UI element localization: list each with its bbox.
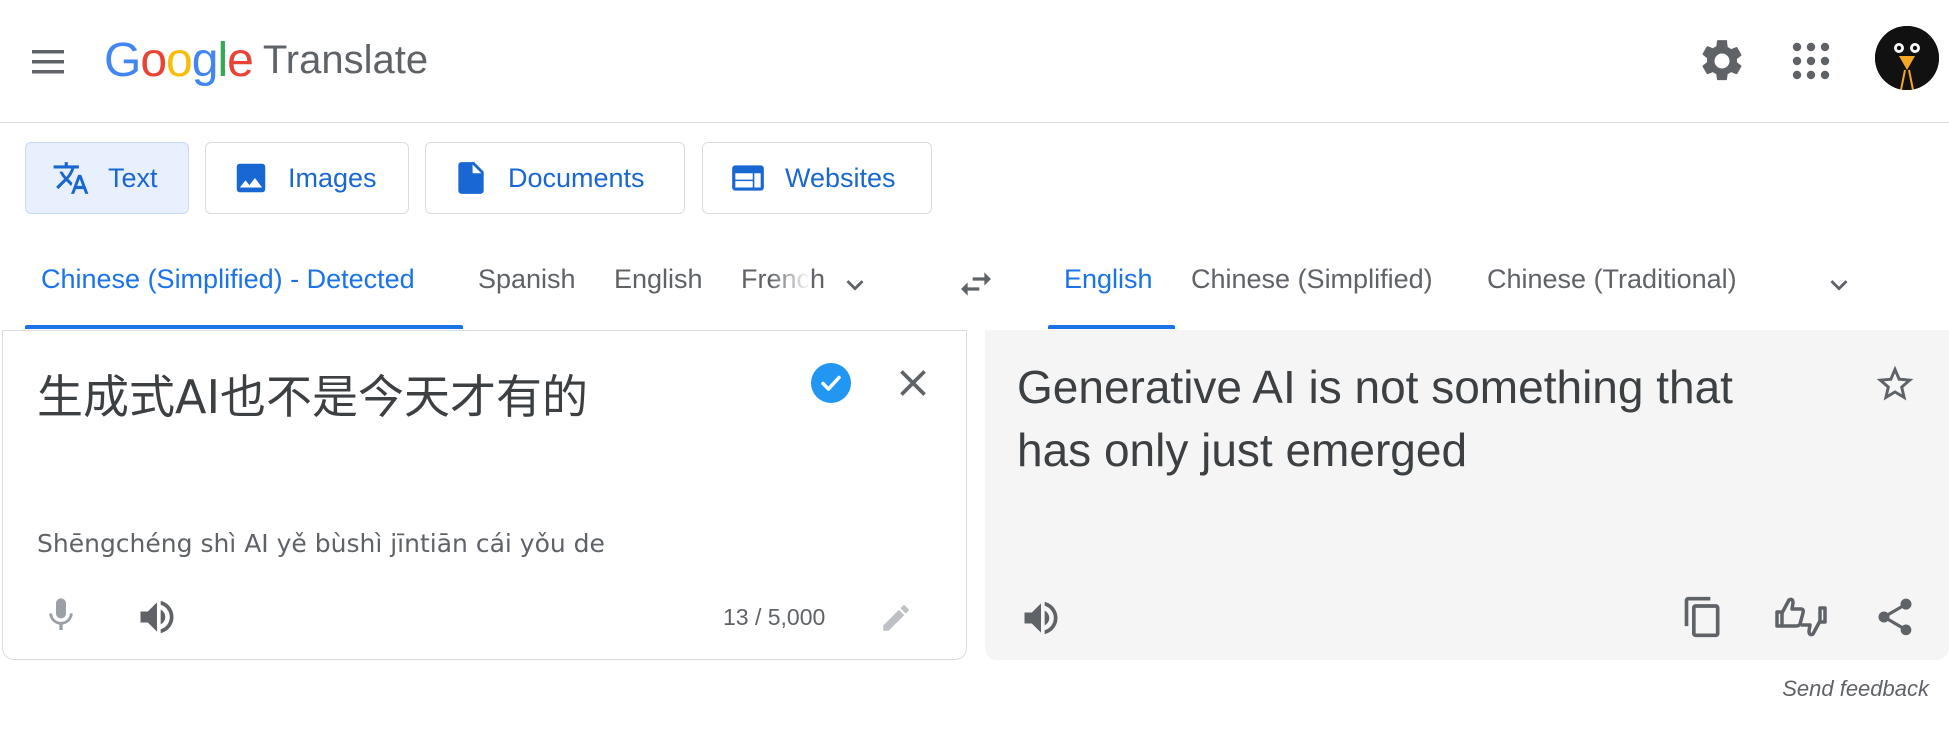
image-icon	[236, 163, 266, 193]
swap-arrows-icon	[961, 272, 991, 296]
source-lang-spanish[interactable]: Spanish	[478, 264, 576, 295]
character-count: 13 / 5,000	[723, 604, 826, 630]
app-header: Google Translate	[0, 0, 1949, 123]
voice-input-button[interactable]	[41, 593, 81, 637]
settings-button[interactable]	[1697, 36, 1747, 86]
listen-source-button[interactable]	[135, 595, 179, 639]
main-menu-button[interactable]	[24, 38, 72, 86]
detected-language-check[interactable]	[809, 361, 853, 405]
translate-icon	[53, 162, 89, 194]
document-icon	[458, 162, 484, 194]
clear-source-button[interactable]	[891, 361, 935, 405]
rate-translation-button[interactable]	[1773, 592, 1829, 642]
share-icon	[1878, 598, 1912, 636]
source-text-panel[interactable]: 生成式AI也不是今天才有的 Shēngchéng shì AI yě bùshì…	[2, 330, 967, 660]
tab-label: Images	[288, 162, 377, 193]
tab-images[interactable]: Images	[205, 142, 409, 214]
google-wordmark: Google	[104, 33, 254, 87]
copy-icon	[1684, 596, 1720, 638]
tab-label: Text	[108, 162, 158, 193]
save-translation-button[interactable]	[1873, 362, 1917, 406]
tab-websites[interactable]: Websites	[702, 142, 932, 214]
source-text-input[interactable]: 生成式AI也不是今天才有的	[37, 361, 588, 427]
target-lang-chinese-traditional[interactable]: Chinese (Traditional)	[1487, 264, 1737, 295]
bird-avatar-icon	[1875, 26, 1939, 90]
source-lang-more-button[interactable]	[838, 268, 872, 302]
chevron-down-icon	[846, 280, 864, 291]
microphone-icon	[49, 598, 73, 630]
tab-label: Websites	[785, 162, 896, 193]
menu-icon	[32, 50, 64, 74]
translated-text: Generative AI is not something that has …	[1017, 361, 1733, 476]
target-lang-more-button[interactable]	[1822, 268, 1856, 302]
translation-panel: Generative AI is not something that has …	[985, 330, 1949, 660]
check-circle-icon	[811, 363, 851, 403]
avatar[interactable]	[1875, 26, 1939, 90]
tab-documents[interactable]: Documents	[425, 142, 685, 214]
google-apps-button[interactable]	[1786, 36, 1836, 86]
chevron-down-icon	[1830, 280, 1848, 291]
tab-label: Documents	[508, 162, 645, 193]
target-lang-chinese-simplified[interactable]: Chinese (Simplified)	[1191, 264, 1433, 295]
target-lang-english[interactable]: English	[1064, 264, 1153, 295]
pencil-icon	[883, 605, 909, 631]
tab-text[interactable]: Text	[25, 142, 189, 214]
speaker-icon	[140, 600, 174, 634]
overflow-fade	[770, 255, 810, 303]
source-lang-active-indicator	[25, 325, 463, 329]
close-icon	[900, 370, 926, 396]
swap-languages-button[interactable]	[954, 264, 998, 304]
speaker-icon	[1024, 601, 1058, 635]
google-translate-logo[interactable]: Google Translate	[104, 30, 428, 90]
source-lang-english[interactable]: English	[614, 264, 703, 295]
source-lang-detected[interactable]: Chinese (Simplified) - Detected	[41, 264, 415, 295]
source-romanization: Shēngchéng shì AI yě bùshì jīntiān cái y…	[37, 529, 605, 558]
edit-button[interactable]	[879, 601, 913, 635]
apps-grid-icon	[1792, 42, 1830, 80]
target-lang-active-indicator	[1048, 325, 1175, 329]
thumbs-up-down-icon	[1775, 597, 1827, 637]
share-translation-button[interactable]	[1873, 594, 1917, 640]
listen-translation-button[interactable]	[1019, 596, 1063, 640]
send-feedback-link[interactable]: Send feedback	[1782, 676, 1929, 702]
website-icon	[732, 165, 764, 191]
gear-icon	[1702, 40, 1742, 81]
copy-translation-button[interactable]	[1681, 594, 1725, 640]
product-name: Translate	[262, 37, 429, 82]
star-outline-icon	[1876, 365, 1914, 401]
